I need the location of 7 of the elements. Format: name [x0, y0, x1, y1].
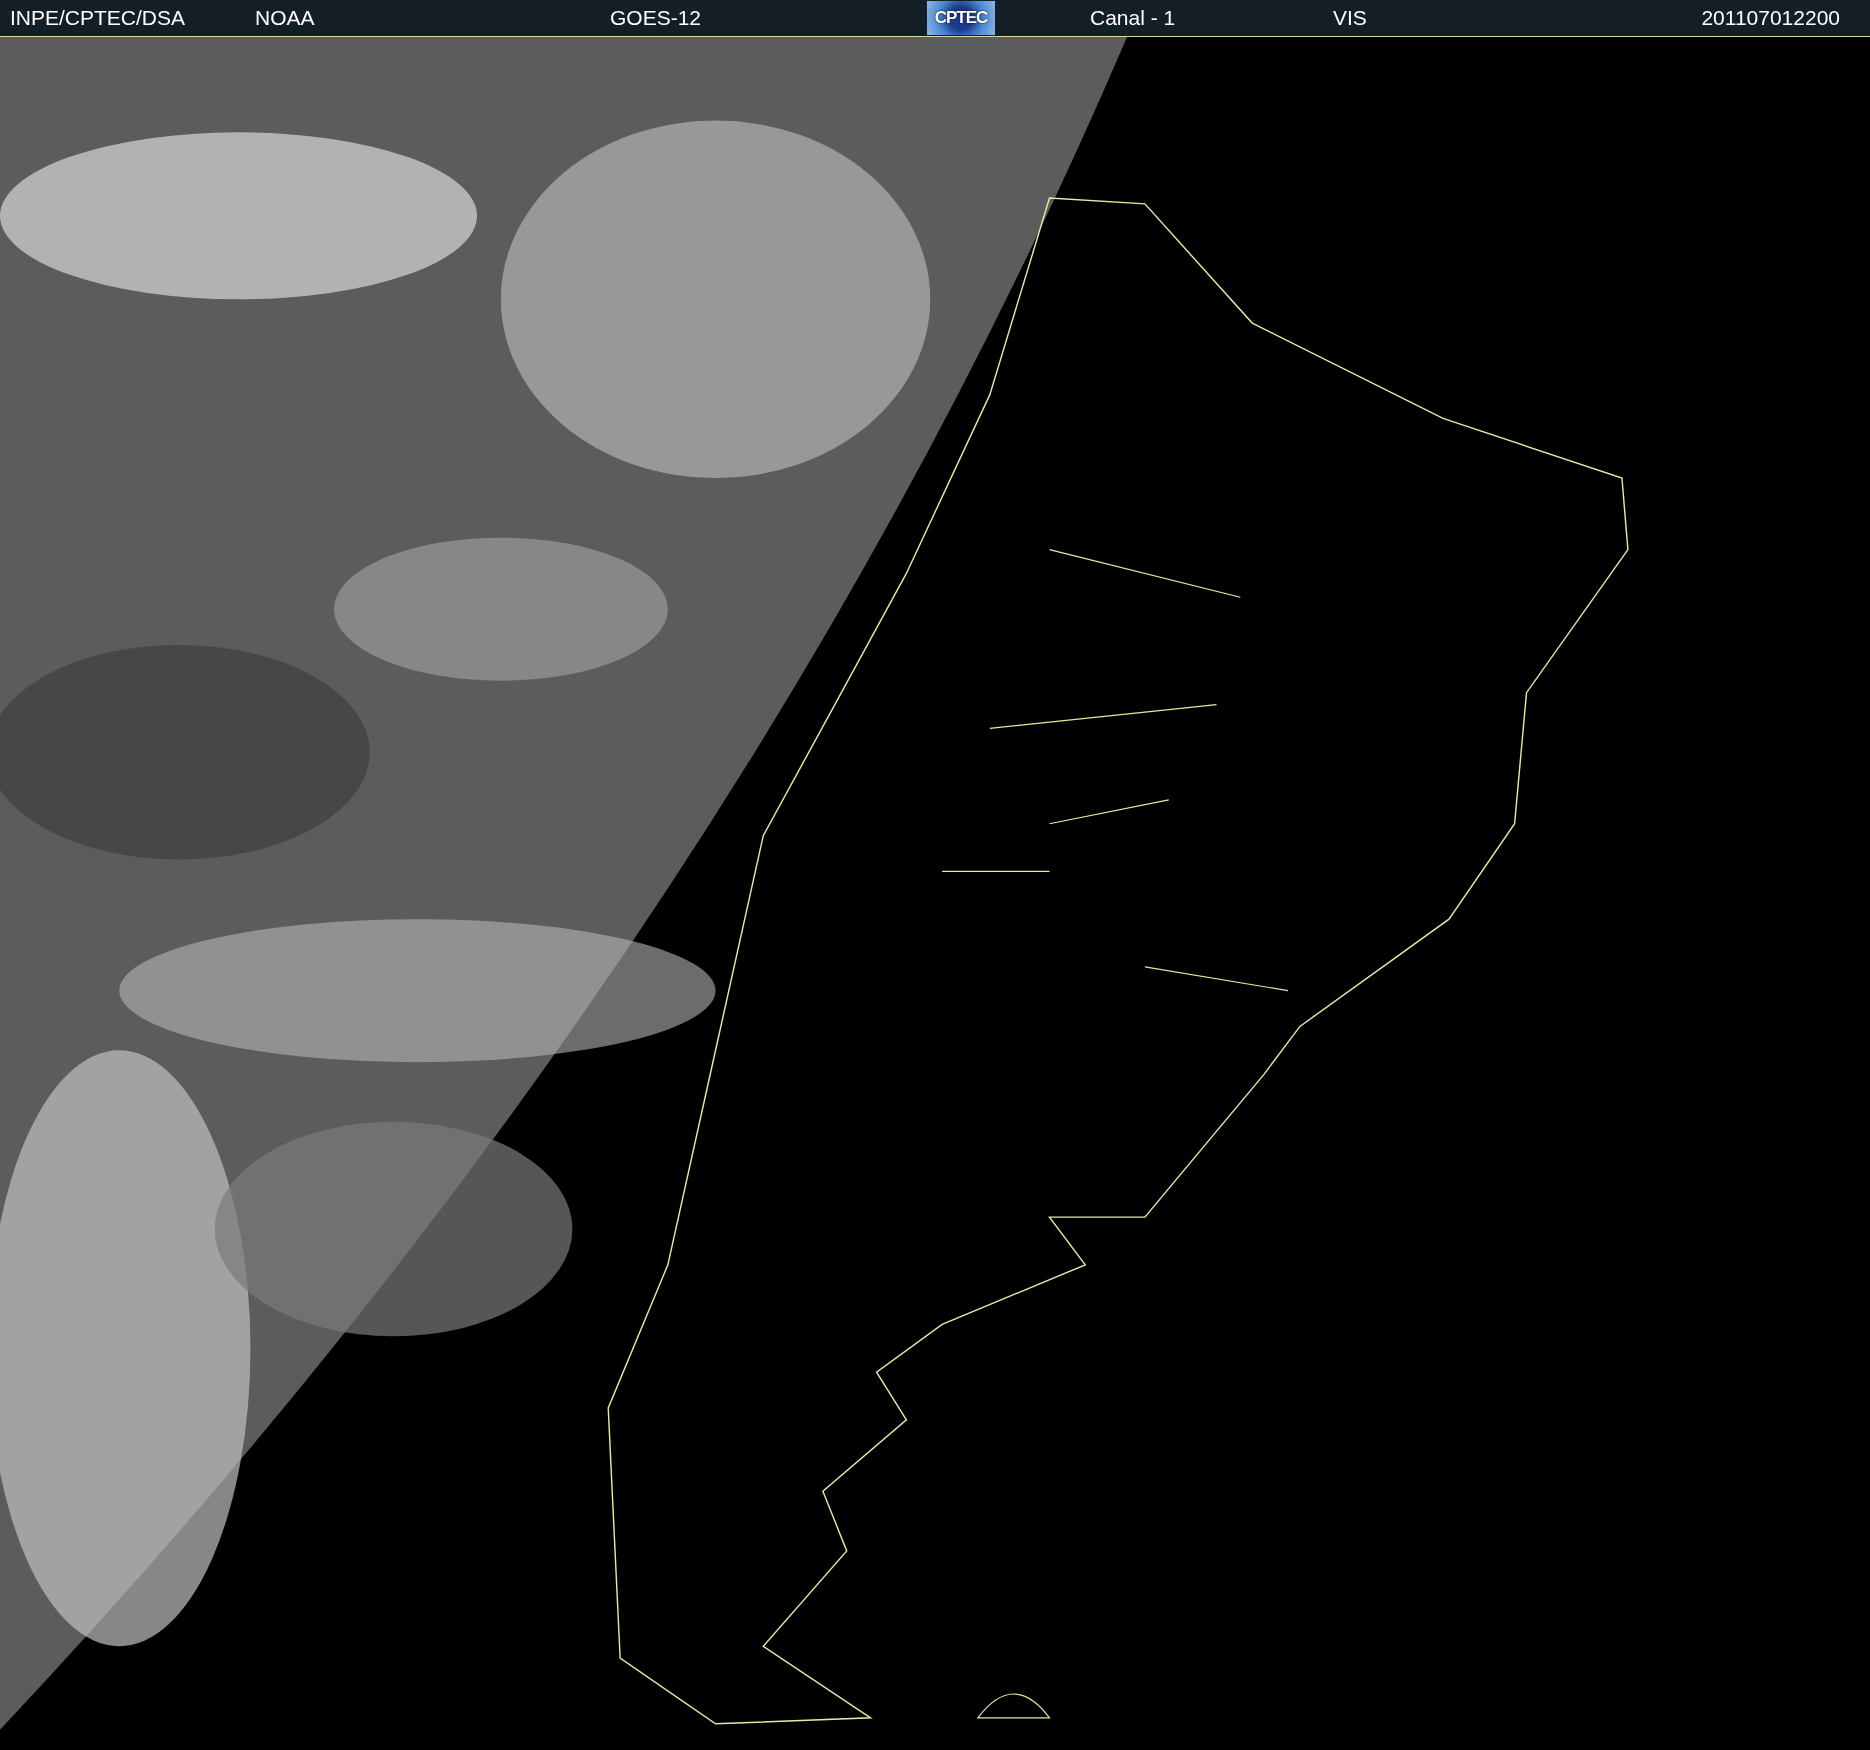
- header-label: INPE/CPTEC/DSA: [10, 6, 186, 30]
- header-label: GOES-12: [610, 6, 702, 30]
- header-label: NOAA: [255, 6, 315, 30]
- logo: CPTEC: [927, 1, 995, 35]
- header-label: 201107012200: [1701, 6, 1840, 30]
- header-label: Canal - 1: [1090, 6, 1176, 30]
- header-label: VIS: [1333, 6, 1367, 30]
